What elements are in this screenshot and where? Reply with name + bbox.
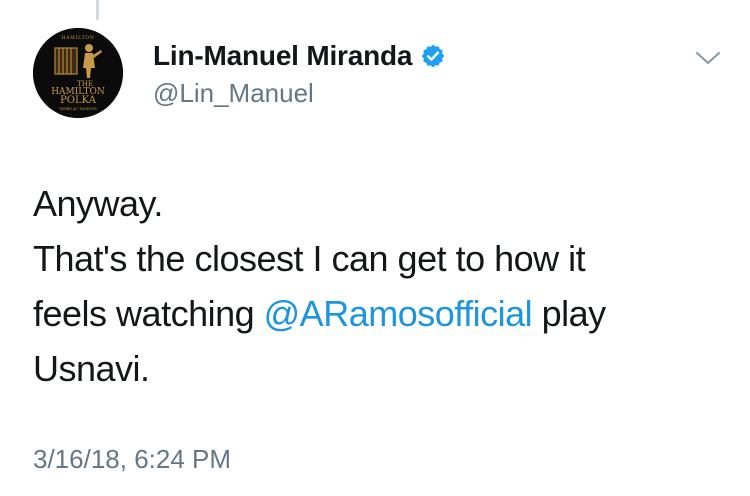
tweet-line-3-suffix: play	[532, 293, 607, 334]
avatar[interactable]: HAMILTON THE HAMILTON POLKA "WEIRD AL" Y…	[33, 28, 123, 118]
tweet-timestamp[interactable]: 3/16/18, 6:24 PM	[33, 444, 231, 475]
chevron-down-icon[interactable]	[694, 50, 722, 66]
tweet-line-2: That's the closest I can get to how it	[33, 238, 586, 279]
hamilton-polka-album-art: HAMILTON THE HAMILTON POLKA "WEIRD AL" Y…	[33, 28, 123, 118]
tweet-line-3: feels watching @ARamosofficial play	[33, 286, 733, 341]
avatar-polka-text: POLKA	[60, 95, 97, 106]
thread-connector-line	[96, 0, 99, 20]
verified-badge-icon	[422, 44, 445, 68]
avatar-top-text: HAMILTON	[61, 35, 94, 41]
author-name-row: Lin-Manuel Miranda	[153, 40, 446, 72]
tweet-text: Anyway. That's the closest I can get to …	[33, 176, 733, 396]
author-handle[interactable]: @Lin_Manuel	[153, 78, 314, 109]
tweet-line-4: Usnavi.	[33, 348, 150, 389]
tweet-line-1: Anyway.	[33, 183, 163, 224]
tweet-line-3-prefix: feels watching	[33, 293, 264, 334]
mention-link[interactable]: @ARamosofficial	[264, 293, 533, 334]
display-name[interactable]: Lin-Manuel Miranda	[153, 40, 412, 72]
avatar-bottom-text: "WEIRD AL" YANKOVIC	[59, 107, 99, 111]
